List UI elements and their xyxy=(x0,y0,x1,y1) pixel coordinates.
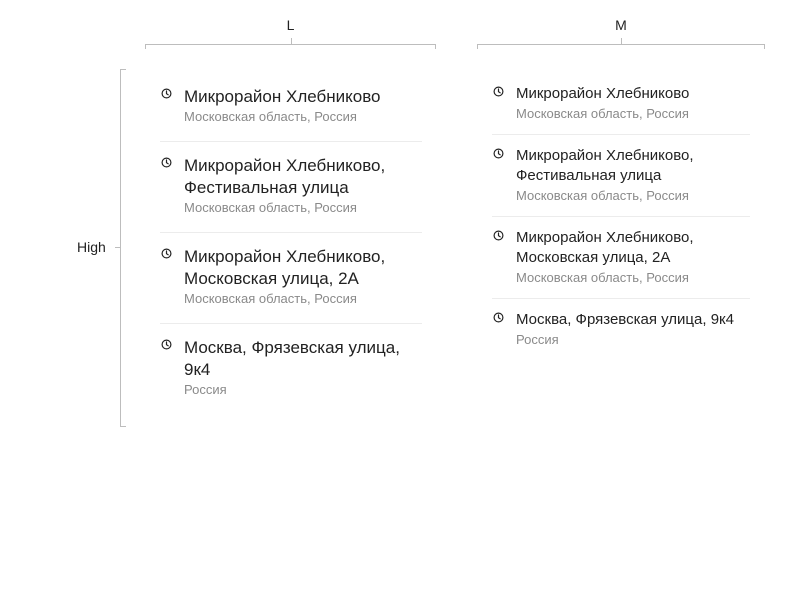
column-label-l: L xyxy=(286,17,295,33)
suggestion-title: Микрорайон Хлебниково, Московская улица,… xyxy=(516,229,694,266)
suggestion-item[interactable]: Москва, Фрязевская улица, 9к4 Россия xyxy=(492,299,750,360)
suggestion-item[interactable]: Микрорайон Хлебниково Московская область… xyxy=(160,73,422,142)
clock-icon xyxy=(493,148,504,159)
row-bracket xyxy=(120,69,126,427)
suggestion-item[interactable]: Микрорайон Хлебниково Московская область… xyxy=(492,73,750,135)
column-label-m: M xyxy=(615,17,627,33)
suggestion-title: Москва, Фрязевская улица, 9к4 xyxy=(184,338,400,379)
suggestion-title: Микрорайон Хлебниково, Фестивальная улиц… xyxy=(184,156,386,197)
column-header-l: L xyxy=(145,0,436,50)
spec-sheet: L M High Микрорайон Хлебниково Московска… xyxy=(0,0,800,600)
suggestion-title: Москва, Фрязевская улица, 9к4 xyxy=(516,311,734,328)
clock-icon xyxy=(161,88,172,99)
suggestion-list-l: Микрорайон Хлебниково Московская область… xyxy=(160,73,422,414)
suggestion-subtitle: Московская область, Россия xyxy=(184,109,357,124)
suggestion-subtitle: Московская область, Россия xyxy=(184,200,357,215)
suggestion-subtitle: Московская область, Россия xyxy=(184,291,357,306)
clock-icon xyxy=(493,86,504,97)
suggestion-item[interactable]: Микрорайон Хлебниково, Фестивальная улиц… xyxy=(160,142,422,233)
suggestion-item[interactable]: Микрорайон Хлебниково, Фестивальная улиц… xyxy=(492,135,750,217)
clock-icon xyxy=(161,339,172,350)
row-header-high: High xyxy=(70,69,126,427)
suggestion-item[interactable]: Москва, Фрязевская улица, 9к4 Россия xyxy=(160,324,422,414)
suggestion-list-m: Микрорайон Хлебниково Московская область… xyxy=(492,73,750,360)
suggestion-subtitle: Россия xyxy=(184,382,227,397)
clock-icon xyxy=(493,230,504,241)
suggestion-title: Микрорайон Хлебниково xyxy=(516,85,690,102)
suggestion-subtitle: Московская область, Россия xyxy=(516,188,689,203)
clock-icon xyxy=(161,248,172,259)
suggestion-title: Микрорайон Хлебниково xyxy=(184,87,381,106)
row-label-high: High xyxy=(77,239,106,255)
clock-icon xyxy=(493,312,504,323)
column-bracket xyxy=(477,44,765,49)
suggestion-subtitle: Московская область, Россия xyxy=(516,270,689,285)
suggestion-item[interactable]: Микрорайон Хлебниково, Московская улица,… xyxy=(160,233,422,324)
suggestion-title: Микрорайон Хлебниково, Фестивальная улиц… xyxy=(516,147,694,184)
clock-icon xyxy=(161,157,172,168)
column-bracket xyxy=(145,44,436,49)
column-header-m: M xyxy=(477,0,765,50)
suggestion-item[interactable]: Микрорайон Хлебниково, Московская улица,… xyxy=(492,217,750,299)
suggestion-title: Микрорайон Хлебниково, Московская улица,… xyxy=(184,247,386,288)
suggestion-subtitle: Московская область, Россия xyxy=(516,106,689,121)
suggestion-subtitle: Россия xyxy=(516,332,559,347)
